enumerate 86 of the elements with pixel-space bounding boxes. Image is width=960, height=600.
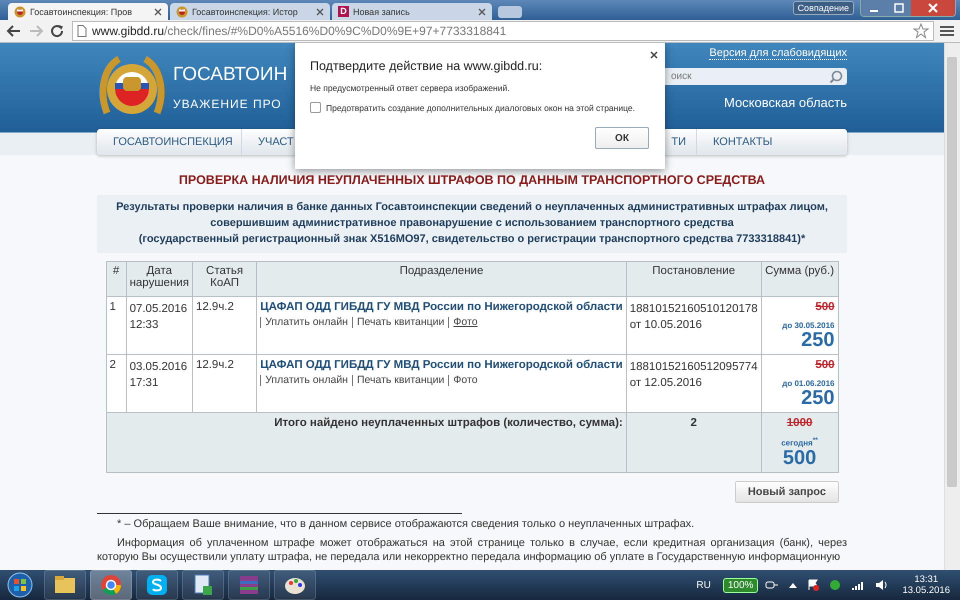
dialog-title: Подтвердите действие на www.gibdd.ru: — [310, 59, 544, 73]
action-link[interactable]: Печать квитанции — [352, 317, 448, 328]
speaker-icon[interactable] — [875, 579, 890, 591]
checkbox-label: Предотвратить создание дополнительных диалоговых окон на этой странице. — [326, 102, 635, 112]
site-title: ГОСАВТОИН — [173, 63, 288, 87]
taskbar-button[interactable] — [90, 570, 132, 600]
chrome-icon — [98, 572, 124, 598]
department-link[interactable]: ЦАФАП ОДД ГИБДД ГУ МВД России по Нижегородской области — [260, 359, 623, 371]
old-amount: 500 — [814, 301, 834, 313]
menu-icon[interactable] — [940, 25, 954, 37]
search-icon[interactable] — [829, 70, 843, 84]
action-link[interactable]: Фото — [448, 375, 482, 386]
discounted-amount: 500 — [782, 448, 818, 468]
signal-icon[interactable] — [851, 579, 866, 591]
reload-icon[interactable] — [50, 24, 66, 38]
new-request-button[interactable]: Новый запрос — [734, 480, 839, 503]
close-icon[interactable] — [911, 0, 955, 16]
plug-icon[interactable] — [765, 579, 780, 591]
scrollbar[interactable] — [944, 43, 960, 570]
minimize-icon — [861, 0, 887, 16]
total-label: Итого найдено неуплаченных штрафов (количество, сумма): — [106, 412, 626, 472]
old-amount: 1000 — [786, 417, 814, 429]
scrollbar-thumb[interactable] — [947, 57, 957, 487]
column-header: # — [106, 262, 126, 296]
page-icon — [77, 25, 87, 37]
info-paragraph: Информация об уплаченном штрафе может отображаться на этой странице только в случае, если кредитная организация (банк), через которую Вы осуществили уплату штрафа, не передала или некорректно передала информацию об уплате в Государственную информационную — [97, 536, 847, 564]
column-header: Статья КоАП — [192, 262, 257, 296]
clock-date[interactable]: 13.05.2016 — [902, 585, 950, 596]
back-icon[interactable] — [6, 24, 22, 38]
nav-item[interactable]: ГОСАВТОИНСПЕКЦИЯ — [97, 129, 242, 155]
discount-note: до 01.06.2016 — [781, 379, 834, 388]
discount-note: до 30.05.2016 — [781, 321, 834, 330]
close-icon[interactable] — [650, 51, 658, 59]
total-count: 2 — [626, 412, 762, 472]
star-icon[interactable] — [913, 23, 929, 39]
action-link[interactable]: Фото — [448, 317, 482, 328]
action-link[interactable]: Уплатить онлайн — [260, 375, 352, 386]
discount-note: сегодня$^{**}$ — [780, 437, 819, 448]
department-link[interactable]: ЦАФАП ОДД ГИБДД ГУ МВД России по Нижегородской области — [260, 301, 623, 313]
column-header: Подразделение — [256, 262, 626, 296]
region-label: Московская область — [724, 95, 847, 110]
discounted-amount: 250 — [800, 388, 834, 408]
browser-tab[interactable]: Госавтоинспекция: Пров — [8, 3, 168, 20]
skype-icon — [144, 572, 170, 598]
letter-icon: D — [338, 6, 349, 17]
taskbar-button[interactable] — [274, 570, 316, 600]
old-amount: 500 — [814, 359, 834, 371]
browser-tab[interactable]: Госавтоинспекция: Истор — [170, 3, 330, 20]
language-indicator[interactable]: RU — [696, 580, 711, 590]
action-link[interactable]: Уплатить онлайн — [260, 317, 352, 328]
match-badge: Совпадение — [792, 1, 854, 15]
address-field[interactable]: www.gibdd.ru/check/fines/#%D0%A5516%D0%9C%D0%9E+97+7733318841 — [72, 21, 934, 41]
taskbar-button[interactable] — [182, 570, 224, 600]
column-header: Дата нарушения — [126, 262, 192, 296]
window-controls[interactable] — [860, 0, 956, 17]
close-icon[interactable] — [154, 8, 162, 16]
battery-indicator[interactable]: 100% — [722, 578, 758, 592]
clock-time[interactable]: 13:31 — [914, 574, 938, 585]
flag-icon[interactable] — [807, 579, 820, 591]
table-cell: 1 — [106, 296, 126, 354]
discounted-amount: 250 — [800, 330, 834, 350]
browser-tab[interactable]: D Новая запись — [332, 3, 492, 20]
table-cell: 18810152160510120178 от 10.05.2016 — [626, 296, 762, 354]
close-icon[interactable] — [478, 8, 486, 16]
results-summary: Результаты проверки наличия в банке данных Госавтоинспекции сведений о неуплаченных административных штрафах лицом, совершившим административное правонарушение с использованием транспортного средства (государственный регистрационный знак Х516МО97, свидетельство о регистрации транспортного средства 7733318841)* — [97, 195, 847, 253]
footnote-text: * – Обращаем Ваше внимание, что в данном сервисе отображаются сведения только о неуплаченных штрафах. — [117, 518, 696, 530]
column-header: Сумма (руб.) — [761, 262, 838, 296]
nav-item[interactable]: КОНТАКТЫ — [697, 129, 788, 155]
site-slogan: УВАЖЕНИЕ ПРО — [173, 97, 282, 111]
accessibility-link[interactable]: Версия для слабовидящих — [709, 47, 847, 60]
table-cell: 12.9ч.2 — [192, 296, 257, 354]
dialog-message: Не предусмотренный ответ сервера изображений. — [310, 83, 511, 93]
taskbar-button[interactable] — [44, 570, 86, 600]
table-cell: 2 — [106, 354, 126, 412]
emblem-icon — [176, 6, 188, 18]
checkbox[interactable] — [310, 102, 321, 113]
page-heading: ПРОВЕРКА НАЛИЧИЯ НЕУПЛАЧЕННЫХ ШТРАФОВ ПО ДАННЫМ ТРАНСПОРТНОГО СРЕДСТВА — [178, 173, 766, 187]
close-icon[interactable] — [316, 8, 324, 16]
ok-button[interactable]: ОК — [595, 127, 649, 149]
emblem-icon — [14, 6, 26, 18]
action-link[interactable]: Печать квитанции — [352, 375, 448, 386]
taskbar-button[interactable] — [136, 570, 178, 600]
table-cell: 07.05.2016 12:33 — [126, 296, 192, 354]
column-header: Постановление — [626, 262, 762, 296]
caret-icon[interactable] — [789, 582, 798, 588]
restore-icon — [887, 0, 911, 16]
